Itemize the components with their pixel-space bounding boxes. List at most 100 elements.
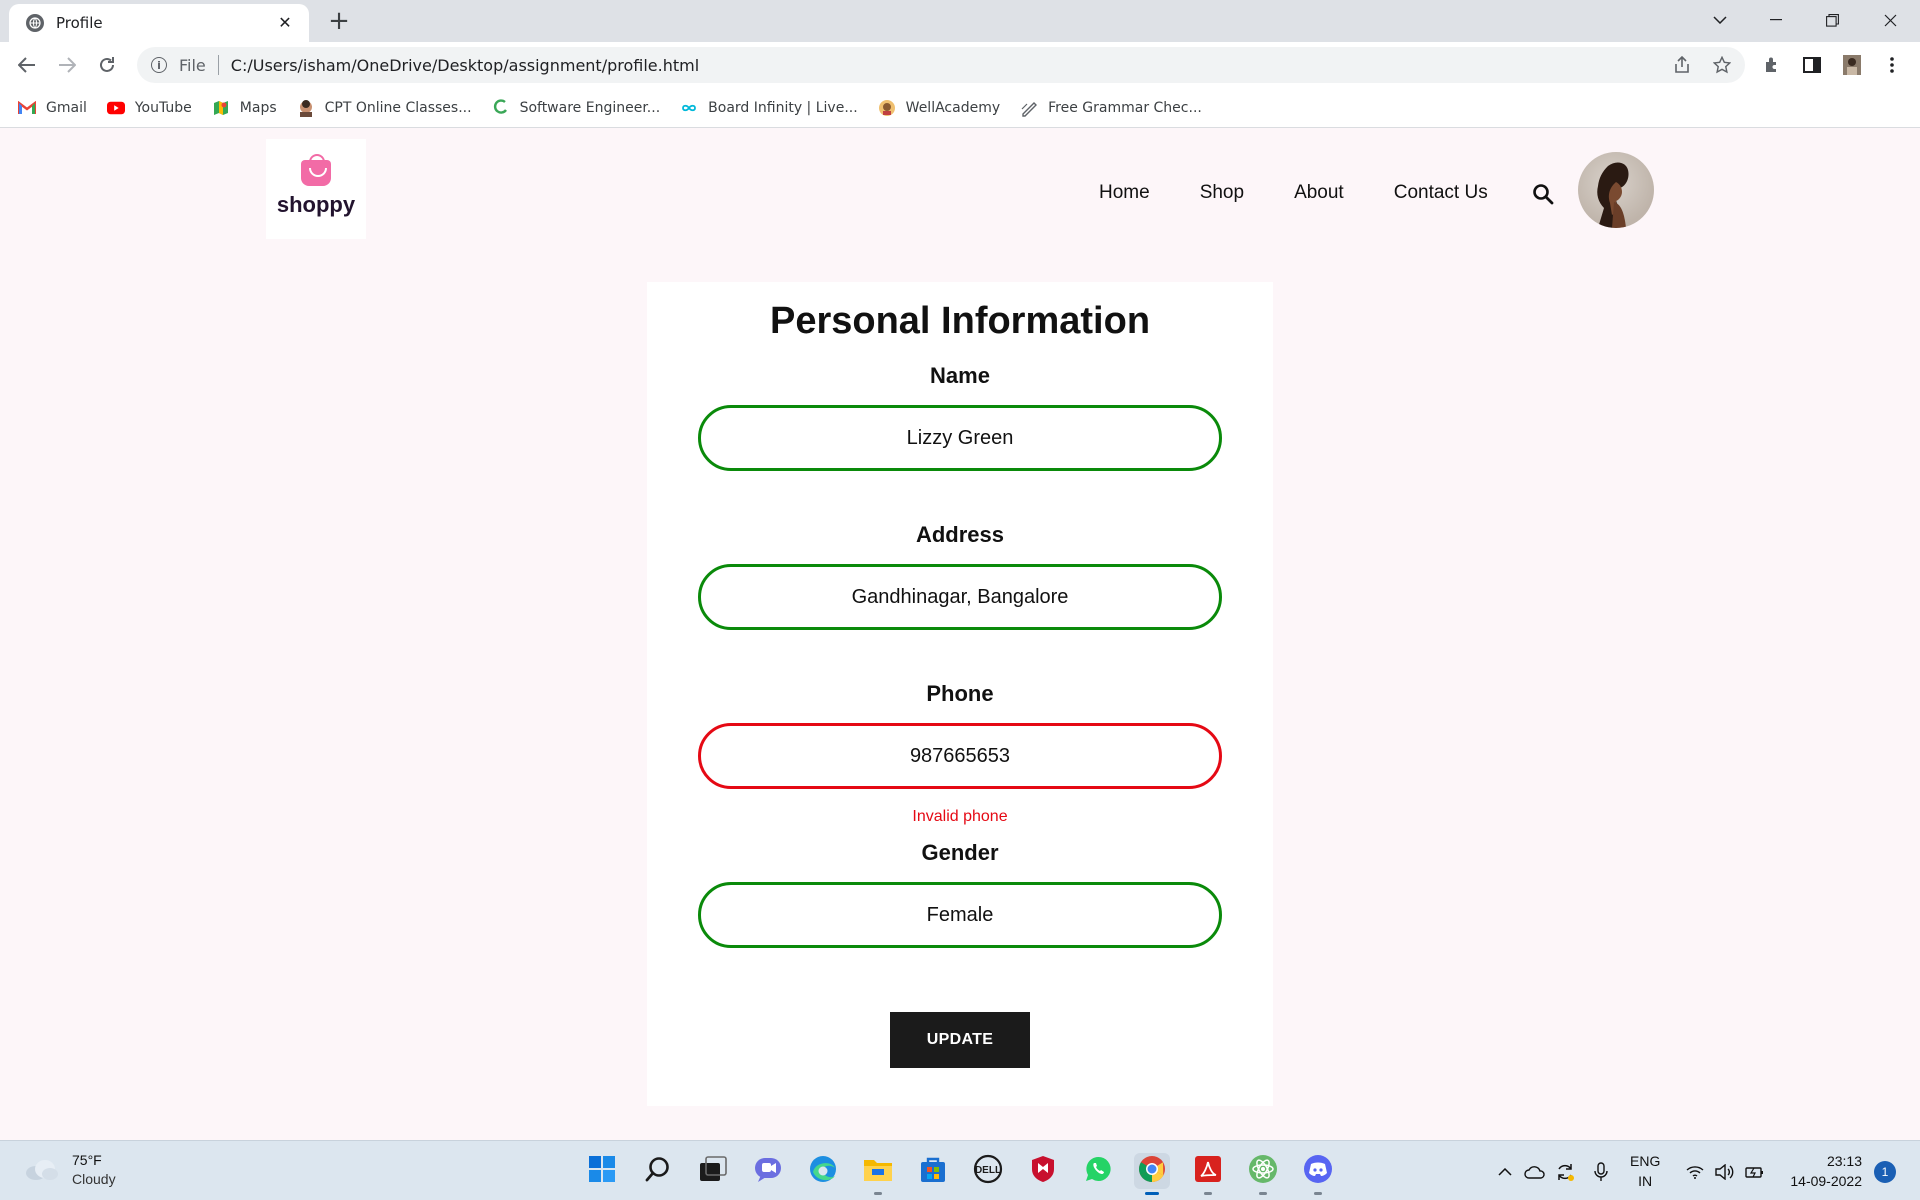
wifi-icon[interactable]	[1684, 1161, 1706, 1183]
bookmarks-bar: Gmail YouTube Maps CPT Online Classes...…	[0, 88, 1920, 128]
bookmark-grammar[interactable]: Free Grammar Chec...	[1020, 99, 1202, 117]
weather-temperature: 75°F	[72, 1152, 102, 1168]
notification-badge[interactable]: 1	[1874, 1161, 1896, 1183]
globe-icon	[26, 14, 44, 32]
address-bar[interactable]: i File C:/Users/isham/OneDrive/Desktop/a…	[137, 47, 1745, 83]
youtube-icon	[106, 99, 125, 117]
close-window-button[interactable]	[1862, 0, 1918, 40]
menu-kebab-icon[interactable]	[1878, 51, 1906, 79]
nav-contact-us[interactable]: Contact Us	[1394, 182, 1488, 204]
onedrive-cloud-icon[interactable]	[1524, 1161, 1546, 1183]
bookmark-board-infinity[interactable]: Board Infinity | Live...	[680, 99, 858, 117]
browser-tab[interactable]: Profile ✕	[9, 4, 309, 42]
microphone-icon[interactable]	[1590, 1161, 1612, 1183]
taskbar-dell[interactable]: DELL	[970, 1153, 1006, 1189]
gmail-icon	[18, 99, 36, 117]
taskbar-teams[interactable]	[750, 1153, 786, 1189]
minimize-button[interactable]	[1748, 0, 1804, 40]
weather-widget[interactable]: 75°F Cloudy	[24, 1151, 116, 1189]
pdf-reader-icon	[1194, 1155, 1222, 1188]
whatsapp-icon	[1084, 1155, 1112, 1188]
address-url[interactable]: C:/Users/isham/OneDrive/Desktop/assignme…	[231, 56, 699, 75]
address-separator	[217, 55, 219, 75]
address-scheme: File	[179, 55, 206, 75]
taskbar-store[interactable]	[915, 1153, 951, 1189]
address-input[interactable]	[698, 564, 1222, 630]
taskbar-discord[interactable]	[1300, 1153, 1336, 1195]
back-icon[interactable]	[13, 51, 41, 79]
browser-tab-strip: Profile ✕ +	[0, 0, 1920, 42]
taskbar-search[interactable]	[640, 1153, 676, 1189]
extensions-icon[interactable]	[1758, 51, 1786, 79]
start-button[interactable]	[584, 1153, 620, 1189]
bookmark-label: Software Engineer...	[519, 99, 661, 116]
bookmark-wellacademy[interactable]: WellAcademy	[878, 99, 1000, 117]
task-view-icon	[699, 1155, 727, 1187]
taskbar-whatsapp[interactable]	[1080, 1153, 1116, 1189]
cloud-icon	[24, 1159, 58, 1181]
browser-toolbar: i File C:/Users/isham/OneDrive/Desktop/a…	[0, 42, 1920, 88]
running-indicator	[1204, 1192, 1212, 1195]
bookmark-star-icon[interactable]	[1708, 51, 1736, 79]
update-button[interactable]: UPDATE	[890, 1012, 1030, 1068]
search-icon	[644, 1155, 672, 1188]
site-logo[interactable]: shoppy	[266, 139, 366, 239]
running-indicator	[1259, 1192, 1267, 1195]
profile-avatar-icon[interactable]	[1838, 51, 1866, 79]
taskbar-edge[interactable]	[805, 1153, 841, 1189]
taskbar-atom[interactable]	[1245, 1153, 1281, 1195]
bookmark-label: YouTube	[134, 99, 192, 116]
bookmark-software-engineer[interactable]: Software Engineer...	[492, 98, 661, 117]
nav-about[interactable]: About	[1294, 182, 1344, 204]
language-indicator[interactable]: ENG IN	[1630, 1151, 1660, 1191]
tab-title: Profile	[56, 14, 103, 32]
taskbar-chrome[interactable]	[1134, 1153, 1170, 1195]
edge-icon	[808, 1154, 838, 1189]
name-label: Name	[930, 363, 990, 388]
taskbar-acrobat[interactable]	[1190, 1153, 1226, 1195]
grammar-icon	[1020, 99, 1038, 117]
tab-search-icon[interactable]	[1692, 0, 1748, 40]
search-icon[interactable]	[1532, 183, 1556, 207]
name-input[interactable]	[698, 405, 1222, 471]
bookmark-gmail[interactable]: Gmail	[18, 99, 87, 117]
bookmark-label: CPT Online Classes...	[324, 99, 472, 116]
bookmark-youtube[interactable]: YouTube	[106, 99, 192, 117]
nav-home[interactable]: Home	[1099, 182, 1150, 204]
nav-shop[interactable]: Shop	[1200, 182, 1244, 204]
gender-input[interactable]	[698, 882, 1222, 948]
share-icon[interactable]	[1668, 51, 1696, 79]
cpt-icon	[297, 99, 315, 117]
clock-date: 14-09-2022	[1790, 1173, 1862, 1189]
region-code: IN	[1638, 1173, 1653, 1189]
address-label: Address	[915, 522, 1005, 547]
page-content: shoppy Home Shop About Contact Us Person…	[0, 129, 1920, 1140]
personal-info-card: Personal Information Name Address Phone …	[647, 282, 1273, 1106]
bookmark-cpt[interactable]: CPT Online Classes...	[297, 99, 472, 117]
teams-chat-icon	[754, 1155, 782, 1188]
reload-icon[interactable]	[93, 51, 121, 79]
site-header: shoppy Home Shop About Contact Us	[0, 129, 1920, 241]
volume-icon[interactable]	[1714, 1161, 1736, 1183]
taskbar-mcafee[interactable]	[1025, 1153, 1061, 1189]
svg-text:DELL: DELL	[975, 1165, 1001, 1176]
phone-input[interactable]	[698, 723, 1222, 789]
clock[interactable]: 23:13 14-09-2022	[1778, 1151, 1862, 1191]
new-tab-button[interactable]: +	[325, 7, 353, 35]
side-panel-icon[interactable]	[1798, 51, 1826, 79]
forward-icon[interactable]	[53, 51, 81, 79]
info-icon[interactable]: i	[151, 57, 167, 73]
task-view-button[interactable]	[695, 1153, 731, 1189]
bookmark-maps[interactable]: Maps	[212, 99, 277, 117]
clock-time: 23:13	[1826, 1153, 1862, 1169]
close-tab-icon[interactable]: ✕	[275, 13, 295, 33]
sync-icon[interactable]	[1554, 1161, 1576, 1183]
discord-icon	[1303, 1154, 1333, 1189]
battery-icon[interactable]	[1744, 1161, 1766, 1183]
show-hidden-icons-chevron-icon[interactable]	[1494, 1161, 1516, 1183]
language-code: ENG	[1630, 1153, 1661, 1169]
user-avatar[interactable]	[1578, 152, 1654, 228]
taskbar-file-explorer[interactable]	[860, 1153, 896, 1195]
brand-name: shoppy	[276, 192, 356, 217]
restore-button[interactable]	[1804, 0, 1860, 40]
